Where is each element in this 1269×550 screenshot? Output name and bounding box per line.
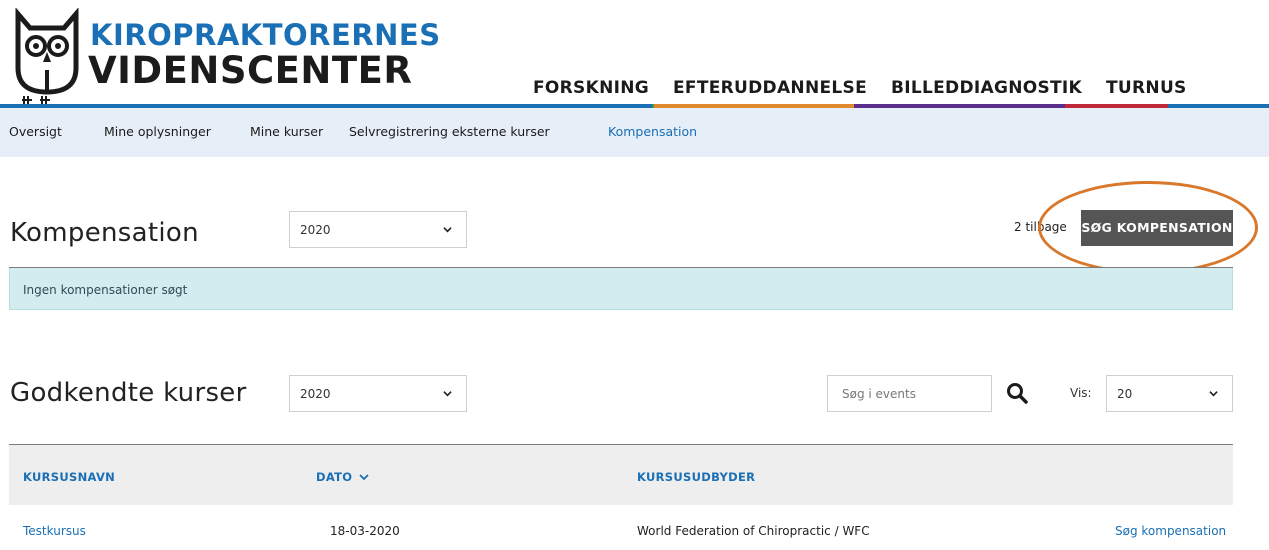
chevron-down-icon — [359, 474, 369, 481]
course-date: 18-03-2020 — [330, 524, 400, 538]
kompensation-alert: Ingen kompensationer søgt — [9, 268, 1233, 310]
vis-count-select[interactable]: 20 — [1106, 375, 1233, 412]
column-kursusnavn[interactable]: KURSUSNAVN — [23, 470, 115, 484]
logo-title-line1: KIROPRAKTORERNES — [90, 18, 441, 52]
event-search-input[interactable]: Søg i events — [827, 375, 992, 412]
kompensation-year-select[interactable]: 2020 — [289, 211, 467, 248]
vis-label: Vis: — [1070, 386, 1092, 400]
subnav-oversigt[interactable]: Oversigt — [9, 124, 62, 139]
courses-table-header: KURSUSNAVN DATO KURSUSUDBYDER — [9, 445, 1233, 505]
highlight-circle — [1038, 181, 1258, 274]
subnav-mine-oplysninger[interactable]: Mine oplysninger — [104, 124, 211, 139]
site-logo[interactable]: KIROPRAKTORERNES VIDENSCENTER — [14, 8, 440, 104]
nav-turnus[interactable]: TURNUS — [1094, 74, 1199, 106]
godkendte-title: Godkendte kurser — [10, 378, 247, 408]
nav-efteruddannelse[interactable]: EFTERUDDANNELSE — [661, 74, 879, 106]
kompensation-title: Kompensation — [10, 218, 199, 248]
main-nav: FORSKNING EFTERUDDANNELSE BILLEDDIAGNOST… — [533, 74, 1199, 106]
column-dato-label: DATO — [316, 470, 353, 484]
course-provider: World Federation of Chiropractic / WFC — [637, 524, 870, 538]
logo-title-line2: VIDENSCENTER — [88, 49, 413, 92]
column-kursusudbyder[interactable]: KURSUSUDBYDER — [637, 470, 755, 484]
event-search-placeholder: Søg i events — [842, 387, 916, 401]
nav-forskning[interactable]: FORSKNING — [533, 74, 661, 106]
vis-count-value: 20 — [1117, 387, 1133, 401]
chevron-down-icon — [1209, 391, 1218, 397]
column-dato[interactable]: DATO — [316, 470, 369, 484]
sub-nav: Oversigt Mine oplysninger Mine kurser Se… — [0, 108, 1269, 157]
godkendte-year-select[interactable]: 2020 — [289, 375, 467, 412]
nav-billeddiagnostik[interactable]: BILLEDDIAGNOSTIK — [879, 74, 1094, 106]
kompensation-year-value: 2020 — [300, 223, 331, 237]
owl-logo-icon — [15, 8, 79, 104]
chevron-down-icon — [443, 227, 452, 233]
search-icon[interactable] — [1006, 382, 1028, 404]
subnav-selvregistrering[interactable]: Selvregistrering eksterne kurser — [349, 124, 550, 139]
subnav-kompensation[interactable]: Kompensation — [608, 124, 697, 139]
course-name-link[interactable]: Testkursus — [23, 524, 86, 538]
chevron-down-icon — [443, 391, 452, 397]
subnav-mine-kurser[interactable]: Mine kurser — [250, 124, 323, 139]
godkendte-year-value: 2020 — [300, 387, 331, 401]
soeg-kompensation-link[interactable]: Søg kompensation — [1115, 524, 1226, 538]
